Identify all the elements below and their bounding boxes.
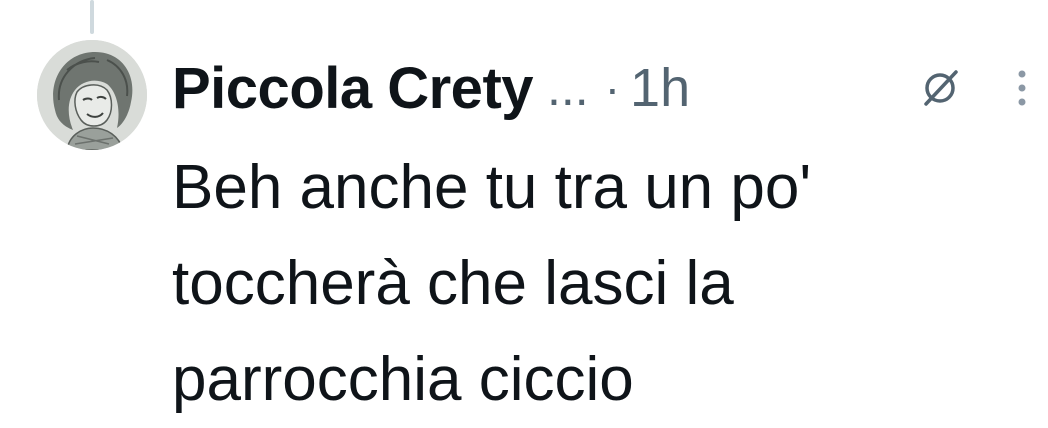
post-text-line: toccherà che lasci la xyxy=(172,249,734,318)
more-options-icon[interactable] xyxy=(1010,66,1034,110)
thread-connector-line xyxy=(90,0,94,34)
separator-dot: · xyxy=(604,62,621,114)
post-text-line: Beh anche tu tra un po' xyxy=(172,153,812,222)
post-text: Beh anche tu tra un po' toccherà che las… xyxy=(172,140,1032,428)
avatar[interactable] xyxy=(37,40,147,150)
post-header: Piccola Crety ... · 1h xyxy=(172,50,690,126)
author-name[interactable]: Piccola Crety xyxy=(172,55,534,122)
name-truncation: ... xyxy=(547,60,589,116)
timestamp[interactable]: 1h xyxy=(630,57,690,119)
post-text-line: parrocchia ciccio xyxy=(172,345,634,414)
grok-icon[interactable] xyxy=(912,66,968,110)
avatar-image xyxy=(37,40,147,150)
